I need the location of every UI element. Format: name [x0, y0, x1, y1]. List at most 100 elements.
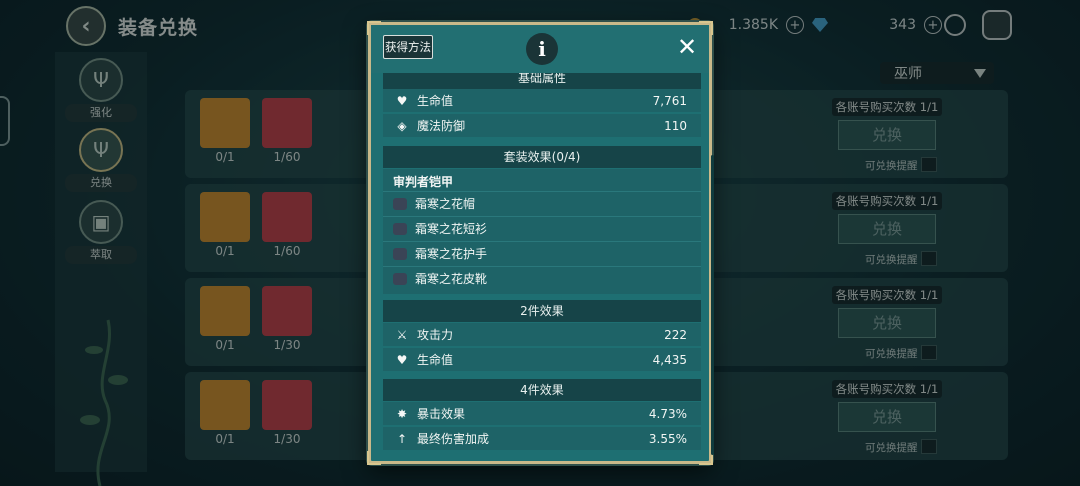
- stat-value: 7,761: [652, 93, 687, 108]
- side-drawer-tab[interactable]: [0, 96, 10, 146]
- stat-row: ♥ 生命值 4,435: [383, 348, 701, 371]
- item-count: 0/1: [215, 432, 235, 446]
- sidebar-item-label: 兑换: [65, 174, 137, 192]
- stat-label: 生命值: [417, 353, 454, 367]
- set-piece-label: 霜寒之花短衫: [415, 222, 488, 236]
- sidebar-item-exchange[interactable]: Ψ 兑换: [65, 128, 137, 192]
- material-item-icon[interactable]: [262, 98, 312, 148]
- exchange-button[interactable]: 兑换: [838, 308, 936, 338]
- class-dropdown[interactable]: 巫师: [880, 62, 994, 84]
- material-item-icon[interactable]: [262, 192, 312, 242]
- stat-value: 4.73%: [648, 406, 687, 421]
- sidebar-item-enhance[interactable]: Ψ 强化: [65, 58, 137, 122]
- exchange-button[interactable]: 兑换: [838, 120, 936, 150]
- chevron-down-icon: [974, 68, 986, 78]
- set-piece-label: 霜寒之花皮靴: [415, 272, 488, 286]
- set-piece-label: 霜寒之花帽: [415, 197, 476, 211]
- boots-item-icon[interactable]: [200, 192, 250, 242]
- stat-row: ♥ 生命值 7,761: [383, 89, 701, 112]
- material-count: 1/60: [273, 150, 301, 164]
- purchase-limit: 各账号购买次数 1/1: [832, 380, 942, 398]
- back-arrow-icon: ‹: [81, 13, 91, 39]
- lock-icon: ▣: [79, 200, 123, 244]
- remind-label: 可兑换提醒: [865, 254, 918, 266]
- stat-label: 最终伤害加成: [417, 432, 490, 446]
- corner-ornament: [699, 21, 713, 35]
- item-count: 0/1: [215, 244, 235, 258]
- gloves-item-icon[interactable]: [200, 98, 250, 148]
- sidebar-item-label: 萃取: [65, 246, 137, 264]
- gem-currency: 343 +: [812, 12, 942, 38]
- set-effect-header: 套装效果(0/4): [383, 146, 701, 168]
- base-attributes-header: 基础属性: [383, 73, 701, 89]
- remind-checkbox[interactable]: [921, 345, 937, 360]
- set-piece-item: 霜寒之花短衫: [383, 216, 701, 240]
- gold-amount: 1.385K: [728, 17, 778, 33]
- corner-ornament: [367, 21, 381, 35]
- exchange-button[interactable]: 兑换: [838, 402, 936, 432]
- sidebar-item-extract[interactable]: ▣ 萃取: [65, 200, 137, 264]
- four-piece-header: 4件效果: [383, 379, 701, 401]
- settings-icon[interactable]: [944, 14, 966, 36]
- add-gem-button[interactable]: +: [924, 16, 942, 34]
- close-icon[interactable]: ✕: [677, 33, 697, 61]
- set-name: 审判者铠甲: [393, 175, 454, 189]
- damage-up-icon: ↑: [396, 431, 408, 446]
- stat-value: 3.55%: [648, 431, 687, 446]
- how-to-get-button[interactable]: 获得方法: [383, 35, 433, 59]
- heart-icon: ♥: [396, 352, 408, 367]
- material-count: 1/30: [273, 338, 301, 352]
- remind-checkbox[interactable]: [921, 251, 937, 266]
- set-pieces-list: 审判者铠甲 霜寒之花帽 霜寒之花短衫 霜寒之花护手 霜寒之花皮靴: [383, 169, 701, 294]
- boots-icon: [393, 272, 407, 285]
- sidebar-item-label: 强化: [65, 104, 137, 122]
- purchase-limit: 各账号购买次数 1/1: [832, 286, 942, 304]
- info-icon: i: [526, 33, 558, 65]
- material-item-icon[interactable]: [262, 380, 312, 430]
- remind-checkbox[interactable]: [921, 439, 937, 454]
- set-piece-label: 霜寒之花护手: [415, 247, 488, 261]
- exit-icon[interactable]: [982, 10, 1012, 40]
- stat-row: ↑ 最终伤害加成 3.55%: [383, 427, 701, 450]
- purchase-limit: 各账号购买次数 1/1: [832, 192, 942, 210]
- stat-label: 魔法防御: [417, 119, 466, 133]
- set-info-dialog: 获得方法 i ✕ 基础属性 ♥ 生命值 7,761 ◈ 魔法防御 110 套装效…: [367, 21, 714, 465]
- stat-label: 攻击力: [417, 328, 454, 342]
- back-button[interactable]: ‹: [66, 6, 106, 46]
- stat-label: 暴击效果: [417, 407, 466, 421]
- shirt-icon: [393, 222, 407, 235]
- add-gold-button[interactable]: +: [786, 16, 804, 34]
- remind-label: 可兑换提醒: [865, 348, 918, 360]
- trident-icon: Ψ: [79, 128, 123, 172]
- item-count: 0/1: [215, 150, 235, 164]
- remind-label: 可兑换提醒: [865, 442, 918, 454]
- trident-icon: Ψ: [79, 58, 123, 102]
- dialog-header: 获得方法 i ✕: [371, 25, 709, 73]
- bracelet-item-icon[interactable]: [200, 380, 250, 430]
- crossed-swords-icon: ⚔: [396, 327, 408, 342]
- two-piece-header: 2件效果: [383, 300, 701, 322]
- stat-value: 222: [664, 327, 687, 342]
- heart-icon: ♥: [396, 93, 408, 108]
- gem-amount: 343: [889, 17, 916, 33]
- stat-value: 4,435: [652, 352, 687, 367]
- material-count: 1/30: [273, 432, 301, 446]
- stat-row: ✸ 暴击效果 4.73%: [383, 402, 701, 425]
- item-count: 0/1: [215, 338, 235, 352]
- set-piece-item: 霜寒之花护手: [383, 241, 701, 265]
- dialog-content[interactable]: 基础属性 ♥ 生命值 7,761 ◈ 魔法防御 110 套装效果(0/4) 审判…: [371, 73, 709, 461]
- necklace-item-icon[interactable]: [200, 286, 250, 336]
- material-item-icon[interactable]: [262, 286, 312, 336]
- stat-row: ◈ 魔法防御 110: [383, 114, 701, 137]
- dialog-scrollbar[interactable]: [711, 155, 714, 455]
- gloves-icon: [393, 247, 407, 260]
- exchange-button[interactable]: 兑换: [838, 214, 936, 244]
- shield-icon: ◈: [397, 118, 407, 133]
- stat-row: ⚔ 攻击力 222: [383, 323, 701, 346]
- stat-label: 生命值: [417, 94, 454, 108]
- remind-checkbox[interactable]: [921, 157, 937, 172]
- vine-decoration: [80, 319, 128, 486]
- material-count: 1/60: [273, 244, 301, 258]
- remind-label: 可兑换提醒: [865, 160, 918, 172]
- set-piece-item: 霜寒之花帽: [383, 191, 701, 215]
